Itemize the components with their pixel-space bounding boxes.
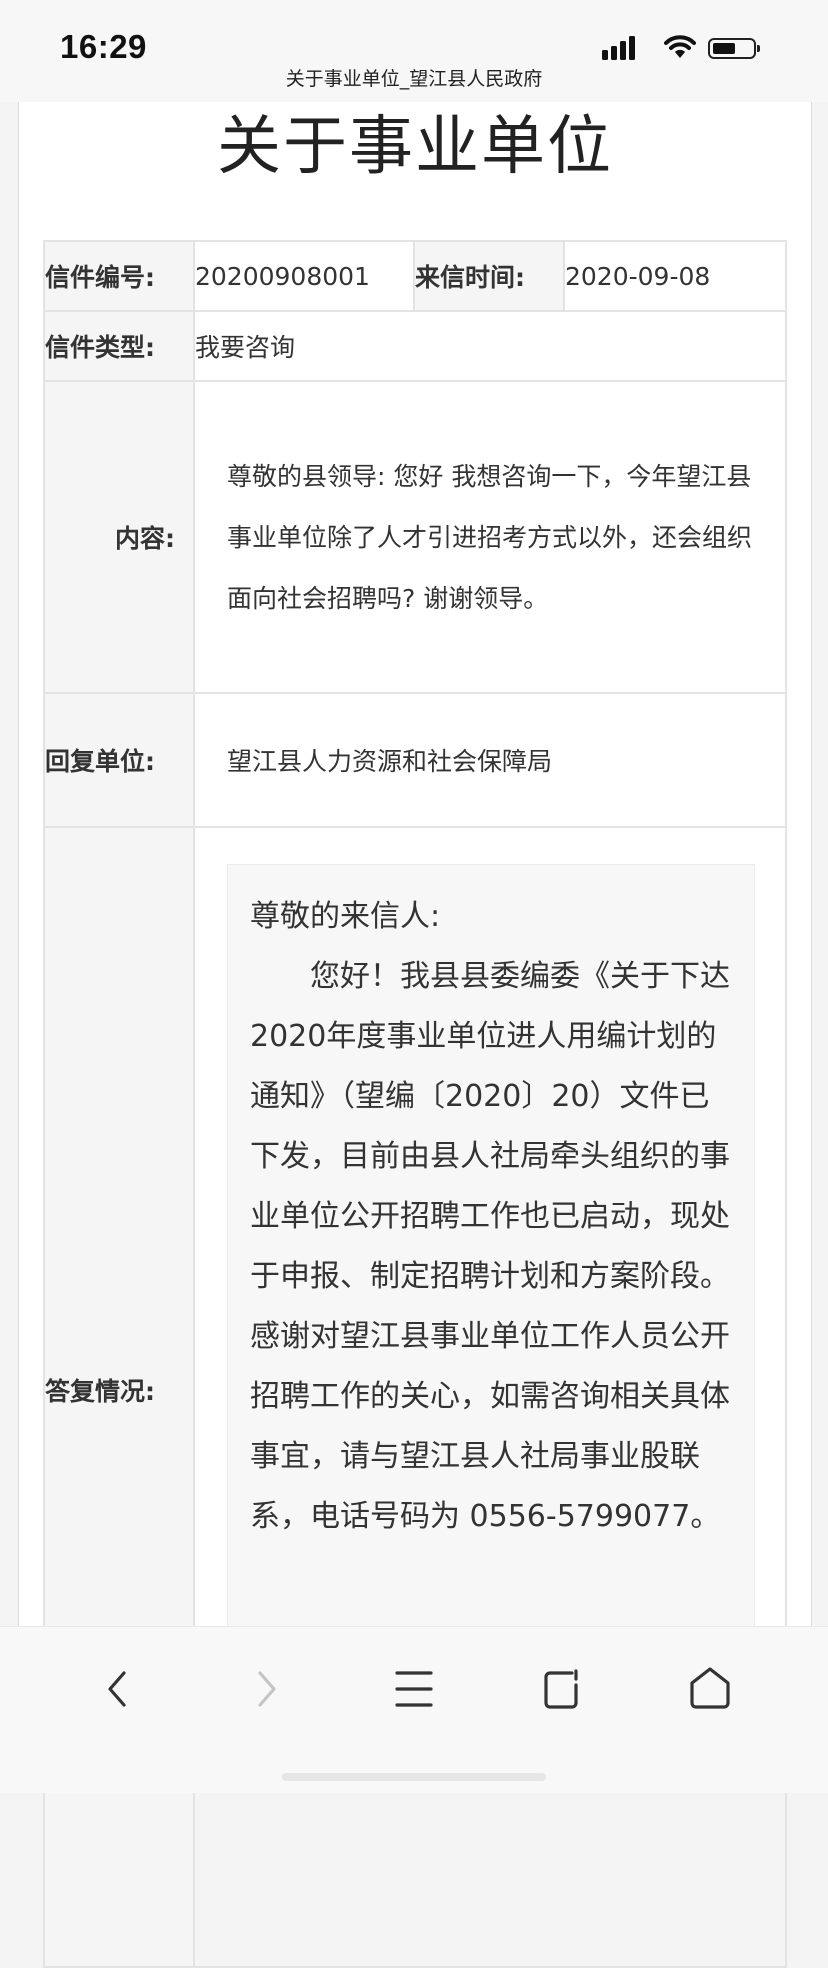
- reply-unit-label: 回复单位:: [43, 692, 195, 828]
- status-bar: 16:29 关于事业单位_望江县人民政府: [0, 0, 828, 102]
- content-label: 内容:: [43, 380, 195, 694]
- tabs-button[interactable]: [532, 1659, 592, 1719]
- battery-icon: [708, 38, 760, 59]
- letter-type-label: 信件类型:: [43, 310, 195, 382]
- reply-cell: 尊敬的来信人: 您好！我县县委编委《关于下达2020年度事业单位进人用编计划的通…: [193, 826, 787, 1968]
- reply-unit: 望江县人力资源和社会保障局: [227, 747, 553, 776]
- browser-toolbar: [0, 1626, 828, 1793]
- menu-button[interactable]: [384, 1659, 444, 1719]
- home-button[interactable]: [680, 1659, 740, 1719]
- letter-type: 我要咨询: [193, 310, 787, 382]
- content-cell: 尊敬的县领导: 您好 我想咨询一下，今年望江县事业单位除了人才引进招考方式以外，…: [193, 380, 787, 694]
- tabs-icon: [544, 1669, 578, 1709]
- table-row: 答复情况: 尊敬的来信人: 您好！我县县委编委《关于下达2020年度事业单位进人…: [43, 826, 787, 1968]
- table-row: 内容: 尊敬的县领导: 您好 我想咨询一下，今年望江县事业单位除了人才引进招考方…: [43, 380, 787, 694]
- wifi-icon: [664, 35, 696, 58]
- letter-title: 关于事业单位: [217, 110, 613, 184]
- letter-number: 20200908001: [193, 240, 415, 312]
- table-row: 信件编号: 20200908001 来信时间: 2020-09-08: [43, 240, 787, 312]
- forward-button[interactable]: [236, 1659, 296, 1719]
- home-icon: [690, 1667, 730, 1709]
- reply-unit-cell: 望江县人力资源和社会保障局: [193, 692, 787, 828]
- forward-arrow-icon: [258, 1671, 276, 1707]
- letter-date: 2020-09-08: [563, 240, 787, 312]
- letter-content: 尊敬的县领导: 您好 我想咨询一下，今年望江县事业单位除了人才引进招考方式以外，…: [227, 461, 753, 613]
- reply-body: 您好！我县县委编委《关于下达2020年度事业单位进人用编计划的通知》（望编〔20…: [250, 959, 730, 1534]
- table-row: 回复单位: 望江县人力资源和社会保障局: [43, 692, 787, 828]
- page-content: 关于事业单位 信件编号: 20200908001 来信时间: 2020-09-0…: [18, 102, 812, 1968]
- signal-icon: [602, 36, 635, 60]
- table-row: 信件类型: 我要咨询: [43, 310, 787, 382]
- page-title: 关于事业单位_望江县人民政府: [285, 68, 543, 90]
- letter-date-label: 来信时间:: [413, 240, 565, 312]
- back-button[interactable]: [88, 1659, 148, 1719]
- reply-greeting: 尊敬的来信人:: [250, 899, 441, 934]
- reply-label: 答复情况:: [43, 826, 195, 1968]
- back-arrow-icon: [108, 1671, 126, 1707]
- reply-box: 尊敬的来信人: 您好！我县县委编委《关于下达2020年度事业单位进人用编计划的通…: [227, 864, 755, 1652]
- letter-number-label: 信件编号:: [43, 240, 195, 312]
- home-indicator[interactable]: [282, 1773, 546, 1781]
- menu-icon: [395, 1671, 433, 1707]
- status-time: 16:29: [60, 28, 147, 65]
